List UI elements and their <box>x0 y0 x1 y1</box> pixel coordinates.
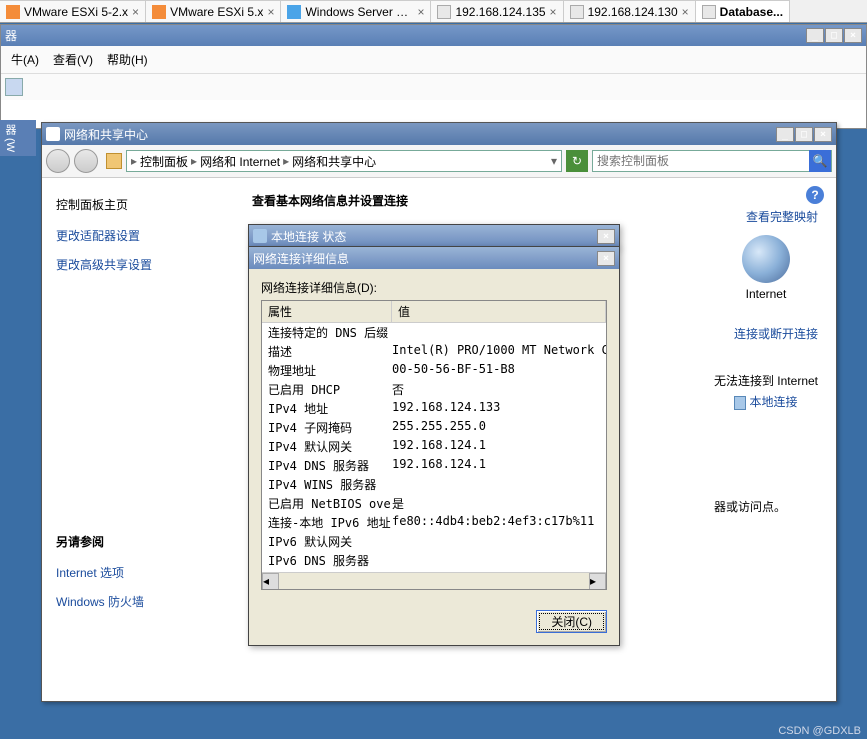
control-panel-icon <box>106 153 122 169</box>
globe-icon <box>742 235 790 283</box>
scroll-right-icon[interactable]: ▸ <box>589 573 606 590</box>
table-row: 物理地址00-50-56-BF-51-B8 <box>262 361 606 380</box>
menu-item[interactable]: 牛(A) <box>5 49 45 70</box>
vmware-icon <box>6 5 20 19</box>
status-titlebar[interactable]: 本地连接 状态 × <box>249 225 619 247</box>
watermark: CSDN @GDXLB <box>778 725 861 737</box>
page-icon <box>437 5 451 19</box>
table-row: IPv4 地址192.168.124.133 <box>262 399 606 418</box>
search-box: 🔍 <box>592 150 832 172</box>
column-header-property[interactable]: 属性 <box>262 301 392 322</box>
page-icon <box>702 5 716 19</box>
browser-tabs: VMware ESXi 5-2.x× VMware ESXi 5.x× Wind… <box>0 0 867 23</box>
local-connection-link[interactable]: 本地连接 <box>749 395 797 409</box>
close-button[interactable]: × <box>597 251 615 266</box>
table-row: IPv4 DNS 服务器192.168.124.1 <box>262 456 606 475</box>
close-button[interactable]: × <box>844 28 862 43</box>
host-side-label: 器 (W <box>0 120 36 156</box>
network-icon <box>253 229 267 243</box>
tab-database[interactable]: Database... <box>696 0 790 22</box>
connect-link[interactable]: 连接或断开连接 <box>714 325 818 342</box>
maximize-button[interactable]: □ <box>795 127 813 142</box>
forward-button[interactable] <box>74 149 98 173</box>
close-icon[interactable]: × <box>132 5 139 19</box>
close-icon[interactable]: × <box>682 5 689 19</box>
tab-vmware-2[interactable]: VMware ESXi 5.x× <box>146 0 281 22</box>
table-row: 连接特定的 DNS 后缀 <box>262 323 606 342</box>
windows-icon <box>287 5 301 19</box>
table-row: 已启用 NetBIOS ove...是 <box>262 494 606 513</box>
see-also-firewall[interactable]: Windows 防火墙 <box>56 593 218 610</box>
table-row: 连接-本地 IPv6 地址fe80::4db4:beb2:4ef3:c17b%1… <box>262 513 606 532</box>
page-icon <box>570 5 584 19</box>
dialog-title: 网络连接详细信息 <box>253 250 349 267</box>
table-row: 已启用 DHCP否 <box>262 380 606 399</box>
search-button[interactable]: 🔍 <box>809 150 831 172</box>
tab-windows[interactable]: Windows Server 2008× <box>281 0 431 22</box>
vmware-icon <box>152 5 166 19</box>
host-menubar: 牛(A) 查看(V) 帮助(H) <box>1 46 866 74</box>
refresh-button[interactable]: ↻ <box>566 150 588 172</box>
chevron-down-icon[interactable]: ▾ <box>551 154 557 168</box>
host-window: 器 _ □ × 牛(A) 查看(V) 帮助(H) <box>0 24 867 129</box>
maximize-button[interactable]: □ <box>825 28 843 43</box>
local-conn-status-dialog: 本地连接 状态 × <box>248 224 620 248</box>
network-adapter-icon <box>734 396 746 410</box>
close-button[interactable]: × <box>814 127 832 142</box>
list-label: 网络连接详细信息(D): <box>261 279 607 296</box>
folder-icon <box>46 127 60 141</box>
details-titlebar[interactable]: 网络连接详细信息 × <box>249 247 619 269</box>
sidebar-link-adapter[interactable]: 更改适配器设置 <box>56 227 218 244</box>
internet-label: Internet <box>714 287 818 301</box>
horizontal-scrollbar[interactable]: ◂ ▸ <box>262 572 606 589</box>
list-rows: 连接特定的 DNS 后缀 描述Intel(R) PRO/1000 MT Netw… <box>262 323 606 572</box>
host-titlebar[interactable]: 器 _ □ × <box>1 25 866 46</box>
tab-ip-1[interactable]: 192.168.124.135× <box>431 0 563 22</box>
minimize-button[interactable]: _ <box>806 28 824 43</box>
content-heading: 查看基本网络信息并设置连接 <box>252 192 816 209</box>
tab-ip-2[interactable]: 192.168.124.130× <box>564 0 696 22</box>
search-input[interactable] <box>593 154 809 168</box>
close-button[interactable]: × <box>597 229 615 244</box>
see-also-internet-options[interactable]: Internet 选项 <box>56 564 218 581</box>
close-icon[interactable]: × <box>417 5 424 19</box>
minimize-button[interactable]: _ <box>776 127 794 142</box>
address-bar-row: ▸ 控制面板 ▸ 网络和 Internet ▸ 网络和共享中心 ▾ ↻ 🔍 <box>42 145 836 178</box>
network-details-dialog: 网络连接详细信息 × 网络连接详细信息(D): 属性 值 连接特定的 DNS 后… <box>248 246 620 646</box>
host-title: 器 <box>5 27 17 44</box>
breadcrumb-item[interactable]: 控制面板 <box>140 153 188 170</box>
sidebar-link-sharing[interactable]: 更改高级共享设置 <box>56 256 218 273</box>
toolbar-icon[interactable] <box>5 78 23 96</box>
close-icon[interactable]: × <box>267 5 274 19</box>
no-internet-text: 无法连接到 Internet <box>714 372 818 389</box>
details-list: 属性 值 连接特定的 DNS 后缀 描述Intel(R) PRO/1000 MT… <box>261 300 607 590</box>
dialog-title: 本地连接 状态 <box>271 228 346 245</box>
menu-item[interactable]: 查看(V) <box>47 49 99 70</box>
access-point-text: 器或访问点。 <box>714 498 818 515</box>
network-titlebar[interactable]: 网络和共享中心 _ □ × <box>42 123 836 145</box>
breadcrumb-item[interactable]: 网络和共享中心 <box>292 153 376 170</box>
scroll-left-icon[interactable]: ◂ <box>262 573 279 590</box>
close-dialog-button[interactable]: 关闭(C) <box>536 610 607 633</box>
table-row: IPv6 默认网关 <box>262 532 606 551</box>
map-link[interactable]: 查看完整映射 <box>714 208 818 225</box>
table-row: IPv6 DNS 服务器 <box>262 551 606 570</box>
table-row: IPv4 WINS 服务器 <box>262 475 606 494</box>
see-also-label: 另请参阅 <box>56 533 218 550</box>
sidebar: 控制面板主页 更改适配器设置 更改高级共享设置 另请参阅 Internet 选项… <box>42 178 232 701</box>
breadcrumb[interactable]: ▸ 控制面板 ▸ 网络和 Internet ▸ 网络和共享中心 ▾ <box>126 150 562 172</box>
breadcrumb-item[interactable]: 网络和 Internet <box>200 153 280 170</box>
window-title: 网络和共享中心 <box>64 126 148 143</box>
menu-item[interactable]: 帮助(H) <box>101 49 154 70</box>
sidebar-home[interactable]: 控制面板主页 <box>56 196 218 213</box>
column-header-value[interactable]: 值 <box>392 301 606 322</box>
host-toolbar <box>1 74 866 100</box>
back-button[interactable] <box>46 149 70 173</box>
table-row: IPv4 默认网关192.168.124.1 <box>262 437 606 456</box>
help-icon[interactable]: ? <box>806 186 824 204</box>
close-icon[interactable]: × <box>550 5 557 19</box>
table-row: IPv4 子网掩码255.255.255.0 <box>262 418 606 437</box>
table-row: 描述Intel(R) PRO/1000 MT Network Conn <box>262 342 606 361</box>
tab-vmware-1[interactable]: VMware ESXi 5-2.x× <box>0 0 146 22</box>
